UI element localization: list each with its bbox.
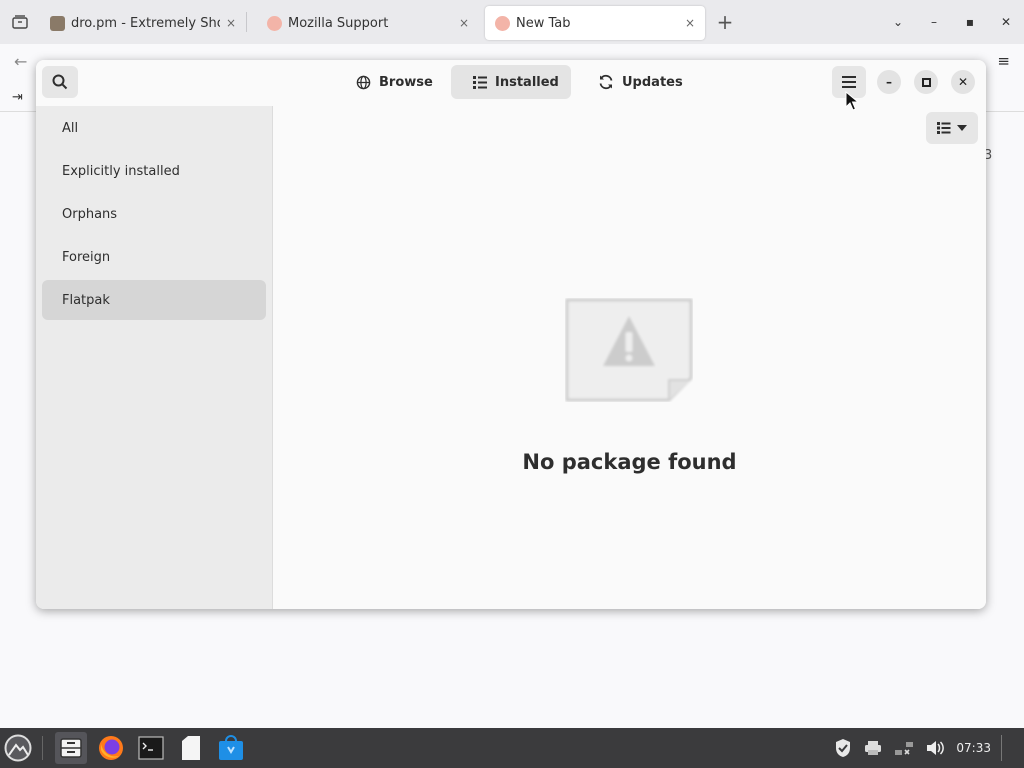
network-disconnected-icon[interactable] (894, 740, 914, 756)
printer-icon[interactable] (864, 740, 882, 756)
close-button[interactable]: ✕ (951, 70, 975, 94)
files-icon[interactable] (175, 732, 207, 764)
empty-state-message: No package found (522, 450, 737, 474)
browser-minimize-button[interactable]: – (916, 15, 952, 29)
tab-installed[interactable]: Installed (451, 65, 571, 99)
tab-installed-label: Installed (495, 74, 559, 90)
sidebar-item-foreign[interactable]: Foreign (42, 237, 266, 277)
shield-icon[interactable] (834, 738, 852, 758)
browser-tab-mozilla-support[interactable]: Mozilla Support × (257, 6, 479, 40)
tab-browse[interactable]: Browse (334, 65, 455, 99)
terminal-icon[interactable] (135, 732, 167, 764)
tab-updates[interactable]: Updates (576, 65, 705, 99)
refresh-icon (598, 74, 614, 90)
new-tab-button[interactable]: + (705, 10, 745, 34)
volume-icon[interactable] (926, 740, 945, 756)
start-menu-icon[interactable] (2, 732, 34, 764)
firefox-icon[interactable] (95, 732, 127, 764)
tab-list-icon[interactable] (0, 0, 40, 44)
globe-icon (356, 75, 371, 90)
tray-divider (1001, 735, 1002, 761)
mozilla-favicon-icon (267, 15, 282, 31)
list-view-icon (937, 122, 951, 134)
back-arrow-icon[interactable]: ← (14, 52, 27, 71)
mouse-cursor-icon (845, 91, 859, 111)
package-list-area: No package found (273, 106, 986, 609)
package-manager-window: Browse Installed Updates – ✕ All Explici… (36, 60, 986, 609)
search-icon (52, 74, 68, 90)
warning-icon (565, 298, 693, 402)
browser-window-controls: ⌄ – ▪ ✕ (880, 0, 1024, 44)
browser-tab-dro[interactable]: dro.pm - Extremely Short Lin × (40, 6, 246, 40)
tab-close-icon[interactable]: × (459, 16, 469, 30)
browser-close-button[interactable]: ✕ (988, 15, 1024, 29)
sidebar-item-explicitly-installed[interactable]: Explicitly installed (42, 151, 266, 191)
file-manager-icon[interactable] (55, 732, 87, 764)
system-tray: 07:33 (828, 728, 1024, 768)
tab-overflow-chevron-icon[interactable]: ⌄ (880, 15, 916, 29)
tab-title: Mozilla Support (288, 15, 389, 31)
tab-title: New Tab (516, 15, 571, 31)
maximize-button[interactable] (914, 70, 938, 94)
browser-tab-bar: dro.pm - Extremely Short Lin × Mozilla S… (0, 0, 1024, 44)
chevron-down-icon (957, 125, 967, 131)
tab-close-icon[interactable]: × (226, 16, 236, 30)
dro-favicon-icon (50, 15, 65, 31)
sidebar-item-flatpak[interactable]: Flatpak (42, 280, 266, 320)
software-store-icon[interactable] (215, 732, 247, 764)
list-icon (473, 75, 487, 89)
taskbar: 07:33 (0, 728, 1024, 768)
tab-browse-label: Browse (379, 74, 433, 90)
view-mode-dropdown[interactable] (926, 112, 978, 144)
clock[interactable]: 07:33 (956, 741, 991, 755)
header-bar: Browse Installed Updates – ✕ (36, 60, 986, 106)
maximize-icon (921, 77, 931, 87)
sidebar-item-all[interactable]: All (42, 108, 266, 148)
import-bookmarks-icon[interactable]: ⇥ (12, 90, 23, 105)
sidebar-item-orphans[interactable]: Orphans (42, 194, 266, 234)
filter-sidebar: All Explicitly installed Orphans Foreign… (36, 106, 273, 609)
taskbar-divider (42, 736, 43, 760)
search-button[interactable] (42, 66, 78, 98)
tab-separator (246, 12, 247, 32)
tab-updates-label: Updates (622, 74, 683, 90)
tab-title: dro.pm - Extremely Short Lin (71, 15, 220, 31)
hamburger-icon (842, 76, 856, 88)
browser-tab-new-tab[interactable]: New Tab × (485, 6, 705, 40)
firefox-favicon-icon (495, 15, 510, 31)
tab-close-icon[interactable]: × (685, 16, 695, 30)
minimize-button[interactable]: – (877, 70, 901, 94)
browser-maximize-button[interactable]: ▪ (952, 15, 988, 29)
browser-menu-icon[interactable]: ≡ (997, 52, 1010, 70)
